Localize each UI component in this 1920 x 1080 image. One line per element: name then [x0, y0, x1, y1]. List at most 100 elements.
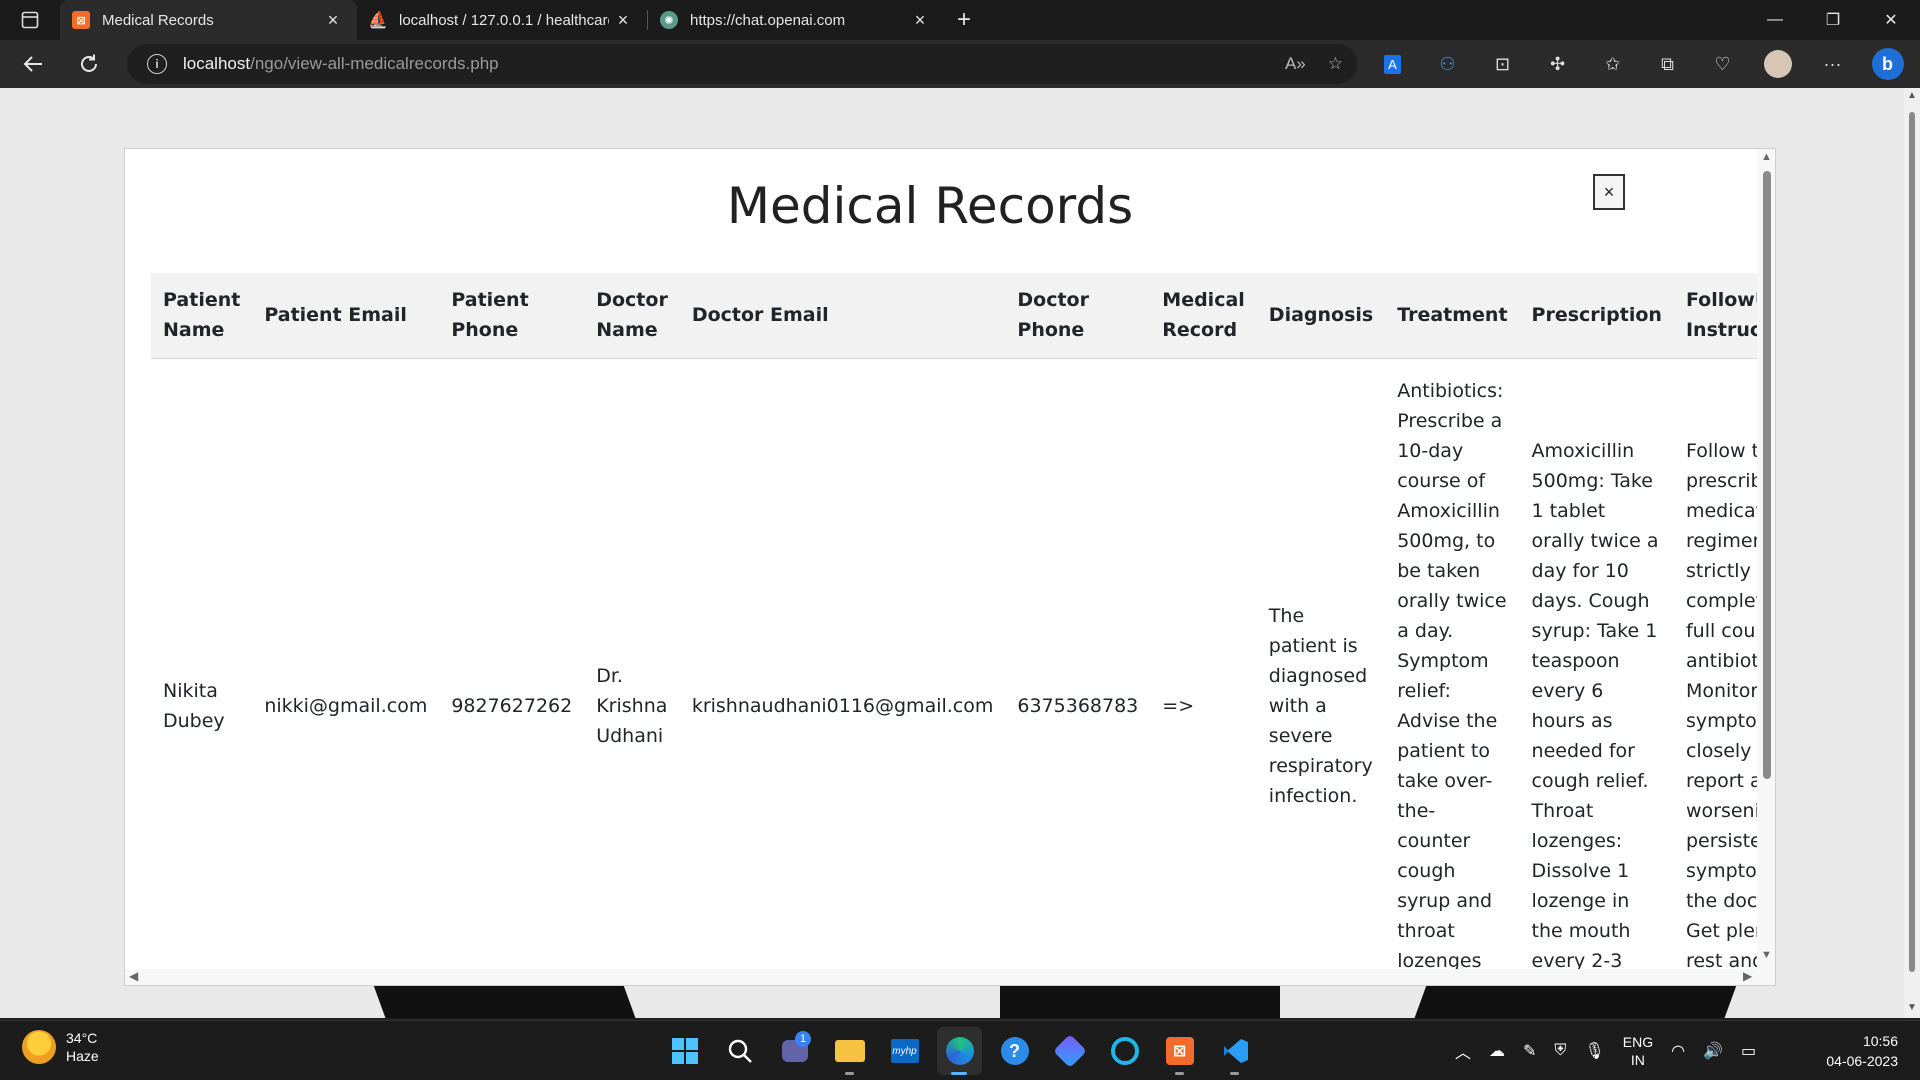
security-icon[interactable]: ⛨	[1554, 1042, 1566, 1060]
battery-icon[interactable]: ▭	[1741, 1041, 1756, 1061]
scroll-left-arrow-icon[interactable]: ◀	[129, 969, 138, 983]
cell-doctor-name: Dr. Krishna Udhani	[596, 665, 668, 747]
clock-date: 04-06-2023	[1826, 1053, 1898, 1069]
tab-chatgpt[interactable]: ✺ https://chat.openai.com ×	[648, 0, 944, 40]
toolbar-extensions: A ⚇ ⊡ ✣ ✩ ⧉ ♡ ··· b	[1365, 40, 1915, 88]
bing-icon: b	[1871, 48, 1904, 80]
page-scroll-up-icon[interactable]: ▲	[1907, 90, 1917, 101]
back-arrow-icon	[23, 56, 42, 72]
alexa-button[interactable]	[1102, 1027, 1147, 1075]
column-header-doctor-name: Doctor Name	[584, 273, 680, 359]
windows-taskbar: 34°C Haze 1 myhp ? ⊠ ︿ ☁ ✎ ⛨ 🎙 ENG IN ◠ …	[0, 1020, 1920, 1080]
close-window-button[interactable]: ✕	[1862, 0, 1920, 40]
haze-sun-icon	[22, 1030, 56, 1064]
performance-button[interactable]: ♡	[1695, 40, 1750, 88]
table-row: Nikita Dubey nikki@gmail.com 9827627262 …	[151, 359, 1775, 986]
back-button[interactable]	[9, 44, 57, 84]
address-bar[interactable]: i localhost/ngo/view-all-medicalrecords.…	[127, 44, 1357, 84]
edge-browser-button[interactable]	[937, 1027, 982, 1075]
screenshot-extension-button[interactable]: ⊡	[1475, 40, 1530, 88]
url-host: localhost	[183, 54, 251, 73]
page-scrollbar-thumb[interactable]	[1909, 112, 1915, 972]
translate-icon: A	[1384, 54, 1401, 74]
cell-treatment: Antibiotics: Prescribe a 10-day course o…	[1397, 380, 1507, 985]
alexa-icon	[1110, 1037, 1139, 1065]
profile-button[interactable]	[1750, 40, 1805, 88]
tab-actions-button[interactable]	[0, 0, 60, 40]
system-tray: ︿ ☁ ✎ ⛨ 🎙 ENG IN ◠ 🔊 ▭	[1455, 1021, 1756, 1080]
cell-doctor-email: krishnaudhani0116@gmail.com	[691, 695, 994, 717]
microphone-icon[interactable]: 🎙	[1584, 1041, 1604, 1061]
vscode-icon	[1223, 1039, 1248, 1063]
clock-time: 10:56	[1862, 1033, 1898, 1049]
volume-icon[interactable]: 🔊	[1703, 1041, 1723, 1061]
url-path: /ngo/view-all-medicalrecords.php	[250, 54, 499, 73]
collections-button[interactable]: ⧉	[1640, 40, 1695, 88]
settings-more-button[interactable]: ···	[1805, 40, 1860, 88]
modal-vertical-scrollbar[interactable]: ▲ ▼	[1757, 149, 1775, 969]
column-header-patient-email: Patient Email	[252, 273, 440, 359]
scroll-right-arrow-icon[interactable]: ▶	[1743, 969, 1752, 983]
tab-close-button[interactable]: ×	[609, 6, 637, 34]
copilot-button[interactable]	[1047, 1027, 1092, 1075]
start-button[interactable]	[662, 1027, 707, 1075]
new-tab-button[interactable]: +	[944, 0, 984, 40]
window-controls: — ❐ ✕	[1746, 0, 1920, 40]
cell-patient-email: nikki@gmail.com	[264, 695, 428, 717]
onedrive-icon[interactable]: ☁	[1489, 1041, 1505, 1061]
avatar	[1763, 50, 1792, 78]
read-aloud-icon[interactable]: A»	[1285, 54, 1306, 74]
favorites-icon: ✩	[1604, 53, 1621, 74]
vscode-button[interactable]	[1212, 1027, 1257, 1075]
restore-button[interactable]: ❐	[1804, 0, 1862, 40]
search-button[interactable]	[717, 1027, 762, 1075]
modal-close-button[interactable]: ×	[1593, 174, 1625, 210]
page-vertical-scrollbar[interactable]: ▲ ▼	[1904, 88, 1920, 1018]
taskbar-apps: 1 myhp ? ⊠	[662, 1027, 1257, 1075]
page-scroll-down-icon[interactable]: ▼	[1907, 1002, 1917, 1013]
tab-phpmyadmin[interactable]: ⛵ localhost / 127.0.0.1 / healthcare ×	[357, 0, 647, 40]
translate-extension-button[interactable]: A	[1365, 40, 1420, 88]
myhp-icon: myhp	[890, 1039, 919, 1063]
browser-tab-bar: ⊠ Medical Records × ⛵ localhost / 127.0.…	[0, 0, 1920, 40]
tab-close-button[interactable]: ×	[906, 6, 934, 34]
weather-widget[interactable]: 34°C Haze	[22, 1029, 99, 1065]
help-button[interactable]: ?	[992, 1027, 1037, 1075]
site-info-icon[interactable]: i	[147, 54, 167, 74]
xampp-button[interactable]: ⊠	[1157, 1027, 1202, 1075]
tab-medical-records[interactable]: ⊠ Medical Records ×	[60, 0, 357, 40]
puzzle-icon: ✣	[1549, 53, 1566, 74]
column-header-treatment: Treatment	[1385, 273, 1520, 359]
scrollbar-thumb[interactable]	[1763, 171, 1771, 779]
wifi-icon[interactable]: ◠	[1671, 1041, 1685, 1061]
page-viewport: Medical Records × Patient Name Patient E…	[0, 88, 1904, 1018]
refresh-icon	[81, 54, 97, 72]
extensions-button[interactable]: ✣	[1530, 40, 1585, 88]
extension-button[interactable]: ⚇	[1420, 40, 1475, 88]
refresh-button[interactable]	[65, 44, 113, 84]
file-explorer-button[interactable]	[827, 1027, 872, 1075]
teams-chat-button[interactable]: 1	[772, 1027, 817, 1075]
column-header-diagnosis: Diagnosis	[1256, 273, 1386, 359]
notification-badge: 1	[795, 1031, 811, 1047]
weather-temperature: 34°C	[66, 1030, 98, 1046]
heart-pulse-icon: ♡	[1714, 53, 1731, 74]
bing-chat-button[interactable]: b	[1860, 40, 1915, 88]
pen-menu-icon[interactable]: ✎	[1523, 1041, 1536, 1061]
search-icon	[728, 1039, 752, 1063]
minimize-button[interactable]: —	[1746, 0, 1804, 40]
scroll-up-arrow-icon[interactable]: ▲	[1761, 151, 1772, 163]
modal-horizontal-scrollbar[interactable]: ◀ ▶	[125, 969, 1775, 985]
scroll-down-arrow-icon[interactable]: ▼	[1761, 949, 1772, 961]
add-favorite-icon[interactable]: ☆	[1328, 54, 1343, 74]
column-header-doctor-phone: Doctor Phone	[1005, 273, 1151, 359]
screenshot-icon: ⊡	[1494, 53, 1511, 74]
language-indicator[interactable]: ENG IN	[1623, 1033, 1653, 1069]
clock[interactable]: 10:56 04-06-2023	[1826, 1031, 1898, 1071]
tab-close-button[interactable]: ×	[319, 6, 347, 34]
favorites-button[interactable]: ✩	[1585, 40, 1640, 88]
myhp-button[interactable]: myhp	[882, 1027, 927, 1075]
medical-record-link[interactable]: =>	[1150, 359, 1257, 986]
show-hidden-icons-chevron-icon[interactable]: ︿	[1455, 1039, 1471, 1063]
windows-logo-icon	[671, 1038, 698, 1064]
